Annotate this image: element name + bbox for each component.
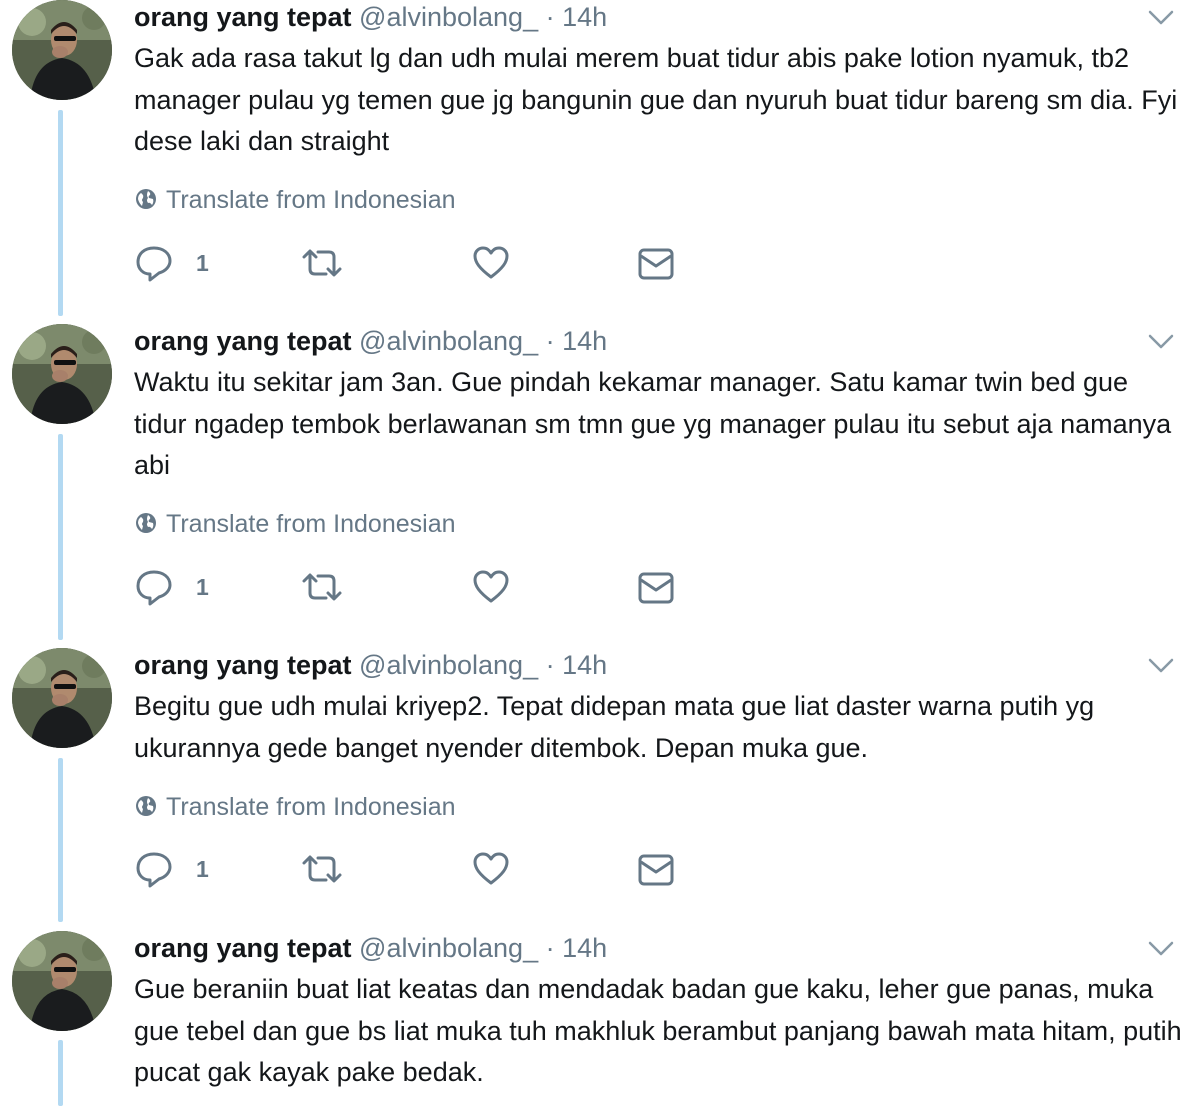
retweet-button[interactable]: [300, 567, 344, 607]
separator: ·: [545, 650, 555, 680]
retweet-icon: [302, 573, 342, 601]
envelope-icon: [638, 572, 674, 604]
envelope-icon: [638, 248, 674, 280]
display-name[interactable]: orang yang tepat: [134, 933, 352, 963]
tweet-text: Gak ada rasa takut lg dan udh mulai mere…: [134, 43, 1178, 156]
retweet-button[interactable]: [300, 243, 344, 283]
retweet-icon: [302, 249, 342, 277]
tweet-actions: 1: [134, 849, 694, 889]
translate-label: Translate from Indonesian: [166, 186, 456, 214]
heart-icon: [473, 570, 509, 603]
retweet-button[interactable]: [300, 849, 344, 889]
thread-line: [58, 758, 63, 922]
tweet-actions: 1: [134, 243, 694, 283]
user-handle[interactable]: @alvinbolang_: [359, 650, 538, 680]
translate-link[interactable]: Translate from Indonesian: [134, 792, 456, 822]
translate-label: Translate from Indonesian: [166, 510, 456, 538]
timestamp[interactable]: 14h: [562, 650, 607, 680]
avatar[interactable]: [12, 931, 112, 1031]
timestamp[interactable]: 14h: [562, 326, 607, 356]
reply-button[interactable]: 1: [134, 849, 209, 889]
reply-count: 1: [196, 249, 209, 276]
avatar[interactable]: [12, 648, 112, 748]
chevron-down-icon[interactable]: [1146, 937, 1176, 959]
tweet-header: orang yang tepat @alvinbolang_ · 14h: [134, 931, 607, 965]
tweet-header: orang yang tepat @alvinbolang_ · 14h: [134, 324, 607, 358]
timestamp[interactable]: 14h: [562, 2, 607, 32]
heart-icon: [473, 246, 509, 279]
translate-link[interactable]: Translate from Indonesian: [134, 185, 456, 215]
chevron-down-icon[interactable]: [1146, 6, 1176, 28]
reply-icon: [136, 852, 172, 888]
tweet-header: orang yang tepat @alvinbolang_ · 14h: [134, 648, 607, 682]
thread-line: [58, 110, 63, 316]
chevron-down-icon[interactable]: [1146, 654, 1176, 676]
translate-link[interactable]: Translate from Indonesian: [134, 509, 456, 539]
separator: ·: [545, 326, 555, 356]
user-handle[interactable]: @alvinbolang_: [359, 2, 538, 32]
thread-line: [58, 1040, 63, 1106]
avatar[interactable]: [12, 0, 112, 100]
chevron-down-icon[interactable]: [1146, 330, 1176, 352]
tweet-text: Begitu gue udh mulai kriyep2. Tepat dide…: [134, 691, 1095, 763]
display-name[interactable]: orang yang tepat: [134, 2, 352, 32]
reply-count: 1: [196, 855, 209, 882]
retweet-icon: [302, 855, 342, 883]
globe-icon: [136, 513, 156, 534]
timestamp[interactable]: 14h: [562, 933, 607, 963]
tweet-text: Waktu itu sekitar jam 3an. Gue pindah ke…: [134, 367, 1172, 480]
direct-message-button[interactable]: [636, 567, 676, 607]
reply-count: 1: [196, 573, 209, 600]
display-name[interactable]: orang yang tepat: [134, 326, 352, 356]
display-name[interactable]: orang yang tepat: [134, 650, 352, 680]
globe-icon: [136, 796, 156, 817]
direct-message-button[interactable]: [636, 849, 676, 889]
like-button[interactable]: [471, 849, 511, 889]
reply-icon: [136, 570, 172, 606]
reply-icon: [136, 246, 172, 282]
tweet-header: orang yang tepat @alvinbolang_ · 14h: [134, 0, 607, 34]
translate-label: Translate from Indonesian: [166, 793, 456, 821]
avatar[interactable]: [12, 324, 112, 424]
separator: ·: [545, 933, 555, 963]
tweet-actions: 1: [134, 567, 694, 607]
user-handle[interactable]: @alvinbolang_: [359, 326, 538, 356]
separator: ·: [545, 2, 555, 32]
direct-message-button[interactable]: [636, 243, 676, 283]
thread-line: [58, 434, 63, 640]
reply-button[interactable]: 1: [134, 243, 209, 283]
tweet-text: Gue beraniin buat liat keatas dan mendad…: [134, 974, 1182, 1087]
heart-icon: [473, 852, 509, 885]
reply-button[interactable]: 1: [134, 567, 209, 607]
globe-icon: [136, 189, 156, 210]
like-button[interactable]: [471, 567, 511, 607]
user-handle[interactable]: @alvinbolang_: [359, 933, 538, 963]
envelope-icon: [638, 854, 674, 886]
like-button[interactable]: [471, 243, 511, 283]
